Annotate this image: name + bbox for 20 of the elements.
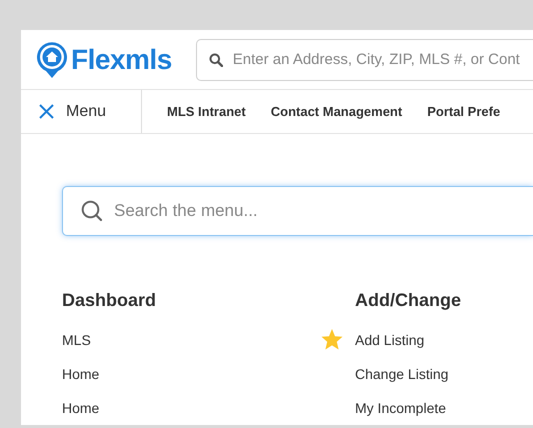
search-field[interactable]: Enter an Address, City, ZIP, MLS #, or Cont	[196, 38, 533, 80]
nav-link[interactable]: Portal Prefe	[427, 104, 500, 119]
menu-link[interactable]: Change Listing	[355, 366, 448, 382]
menu-link[interactable]: Home	[62, 366, 100, 382]
menu-link[interactable]: MLS	[62, 332, 91, 348]
search-icon	[81, 200, 103, 222]
logo-icon	[35, 40, 69, 78]
section-heading: Dashboard	[62, 290, 158, 311]
menu-link[interactable]: Home	[62, 400, 100, 416]
logo-text: Flexmls	[71, 44, 172, 76]
star-icon[interactable]	[321, 329, 343, 350]
section-heading: Add/Change	[355, 290, 462, 311]
search-icon	[208, 52, 223, 66]
nav-link[interactable]: MLS Intranet	[167, 104, 246, 119]
nav-link[interactable]: Contact Management	[270, 104, 402, 119]
menu-link[interactable]: My Incomplete	[355, 400, 446, 416]
menu-button[interactable]: Menu	[21, 90, 142, 133]
menu-link[interactable]: Add Listing	[355, 332, 424, 348]
menu-search-field[interactable]: Search the menu...	[62, 186, 533, 236]
close-icon	[39, 104, 54, 119]
